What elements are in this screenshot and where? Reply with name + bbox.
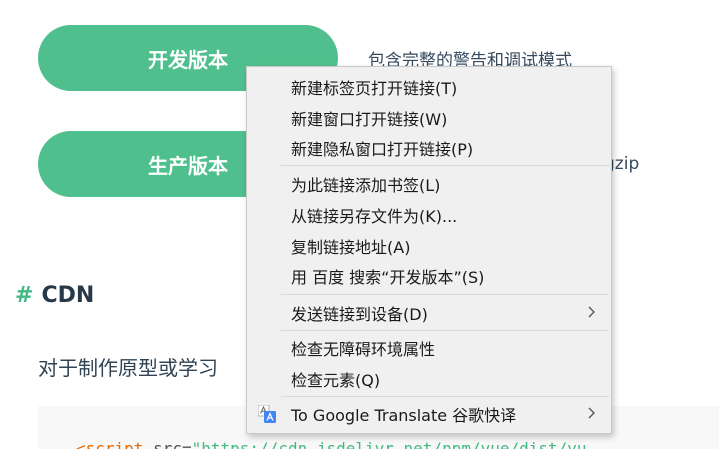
chevron-right-icon	[588, 306, 595, 318]
menu-separator	[281, 165, 609, 166]
menu-item-label: 为此链接添加书签(L)	[291, 176, 441, 195]
menu-item-inspect-accessibility[interactable]: 检查无障碍环境属性	[247, 333, 611, 363]
menu-item-save-link-as[interactable]: 从链接另存文件为(K)...	[247, 200, 611, 230]
cdn-heading-text: CDN	[41, 283, 95, 308]
code-string: "https://cdn.jsdelivr.net/npm/vue/dist/v…	[191, 439, 587, 449]
menu-item-open-new-window[interactable]: 新建窗口打开链接(W)	[247, 103, 611, 133]
menu-item-label: 用 百度 搜索“开发版本”(S)	[291, 268, 485, 287]
menu-item-open-private-window[interactable]: 新建隐私窗口打开链接(P)	[247, 133, 611, 163]
google-translate-icon	[258, 405, 276, 423]
menu-item-label: 检查无障碍环境属性	[291, 340, 436, 359]
menu-item-bookmark-link[interactable]: 为此链接添加书签(L)	[247, 169, 611, 199]
code-attr: src=	[143, 439, 192, 449]
context-menu: 新建标签页打开链接(T) 新建窗口打开链接(W) 新建隐私窗口打开链接(P) 为…	[246, 66, 612, 434]
menu-item-search-baidu[interactable]: 用 百度 搜索“开发版本”(S)	[247, 261, 611, 291]
menu-item-label: 新建窗口打开链接(W)	[291, 110, 448, 129]
menu-separator	[281, 330, 609, 331]
menu-item-label: 从链接另存文件为(K)...	[291, 207, 458, 226]
menu-item-label: 检查元素(Q)	[291, 371, 381, 390]
code-line: <script src="https://cdn.jsdelivr.net/np…	[76, 439, 587, 449]
menu-separator	[281, 294, 609, 295]
cdn-paragraph: 对于制作原型或学习	[38, 356, 218, 380]
chevron-right-icon	[588, 407, 595, 419]
menu-item-label: 发送链接到设备(D)	[291, 305, 428, 324]
menu-item-label: To Google Translate 谷歌快译	[291, 406, 517, 425]
menu-item-label: 复制链接地址(A)	[291, 238, 411, 257]
heading-anchor-link[interactable]: #	[15, 283, 33, 308]
code-tag: <script	[76, 439, 144, 449]
menu-item-google-translate[interactable]: To Google Translate 谷歌快译	[247, 399, 611, 429]
menu-separator	[281, 396, 609, 397]
menu-item-copy-link[interactable]: 复制链接地址(A)	[247, 231, 611, 261]
menu-item-label: 新建隐私窗口打开链接(P)	[291, 140, 474, 159]
menu-item-send-to-device[interactable]: 发送链接到设备(D)	[247, 298, 611, 328]
menu-item-open-new-tab[interactable]: 新建标签页打开链接(T)	[247, 72, 611, 102]
menu-item-label: 新建标签页打开链接(T)	[291, 79, 458, 98]
cdn-heading: # CDN	[15, 283, 94, 308]
menu-item-inspect-element[interactable]: 检查元素(Q)	[247, 364, 611, 394]
